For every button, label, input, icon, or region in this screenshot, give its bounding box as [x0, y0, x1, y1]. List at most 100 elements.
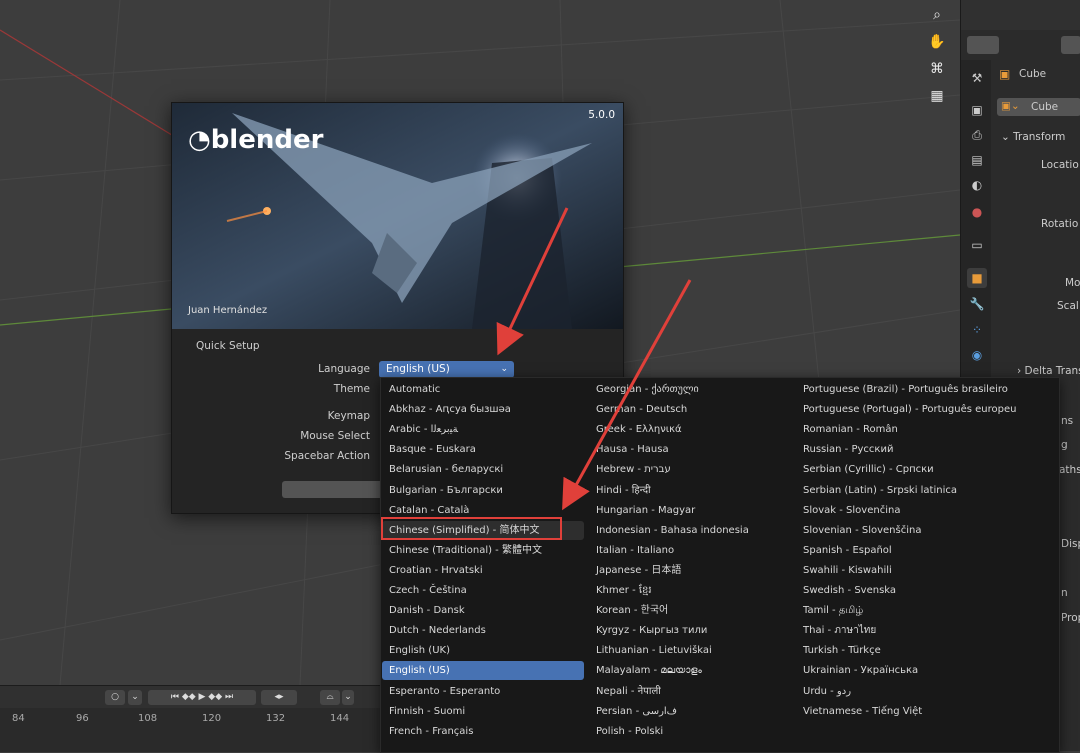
hand-icon[interactable]: ✋: [926, 31, 948, 53]
language-menu-item[interactable]: Urdu - ﺭﺩﻭ: [796, 682, 1056, 701]
editor-type-button[interactable]: [967, 36, 999, 54]
language-menu-item[interactable]: Swahili - Kiswahili: [796, 561, 1056, 580]
language-dropdown[interactable]: English (US) ⌄: [379, 361, 514, 378]
language-menu-item[interactable]: Automatic: [382, 380, 584, 399]
language-menu-item[interactable]: English (UK): [382, 641, 584, 660]
language-menu-item[interactable]: Russian - Русский: [796, 440, 1056, 459]
splash-image: ◔blender 5.0.0 Juan Hernández: [172, 103, 623, 329]
delta-transform-header[interactable]: › Delta Trans: [1017, 365, 1080, 377]
language-menu-item[interactable]: Dutch - Nederlands: [382, 621, 584, 640]
y-axis-line: [0, 29, 181, 141]
language-menu-item[interactable]: Romanian - Român: [796, 420, 1056, 439]
particles-icon[interactable]: ⁘: [967, 320, 987, 340]
language-label: Language: [318, 363, 370, 375]
frame-label: 132: [266, 713, 286, 724]
object-icon[interactable]: ■: [967, 268, 987, 288]
language-menu-item[interactable]: Finnish - Suomi: [382, 702, 584, 721]
language-menu-item[interactable]: Esperanto - Esperanto: [382, 682, 584, 701]
world-icon[interactable]: ●: [967, 202, 987, 222]
language-menu-item[interactable]: Croatian - Hrvatski: [382, 561, 584, 580]
language-dropdown-value: English (US): [386, 363, 450, 375]
mouse-select-label: Mouse Select: [300, 430, 370, 442]
keymap-label: Keymap: [327, 410, 370, 422]
language-menu-item[interactable]: Serbian (Cyrillic) - Српски: [796, 460, 1056, 479]
object-name: Cube: [1019, 68, 1047, 80]
zoom-icon[interactable]: ⌕: [926, 4, 948, 26]
chevron-down-icon: ⌄: [500, 364, 508, 374]
camera-icon[interactable]: ⌘: [926, 58, 948, 80]
search-field[interactable]: [1061, 36, 1080, 54]
language-menu-item[interactable]: Nepali - नेपाली: [589, 682, 789, 701]
collection-icon[interactable]: ▭: [967, 235, 987, 255]
language-menu-item[interactable]: Hungarian - Magyar: [589, 501, 789, 520]
language-menu-item[interactable]: Polish - Polski: [589, 722, 789, 741]
language-menu-item[interactable]: Hebrew - עברית: [589, 460, 789, 479]
language-menu-item[interactable]: Slovak - Slovenčina: [796, 501, 1056, 520]
scene-icon[interactable]: ◐: [967, 175, 987, 195]
partial-label-3: aths: [1059, 464, 1080, 476]
language-menu: Automatic Abkhaz - Аԥсуа бызшәа Arabic - ﺔ…: [380, 377, 1060, 753]
partial-label-2: g: [1061, 439, 1068, 451]
physics-icon[interactable]: ◉: [967, 345, 987, 365]
frame-label: 108: [138, 713, 158, 724]
version-label: 5.0.0: [588, 109, 615, 121]
language-menu-item[interactable]: Greek - Ελληνικά: [589, 420, 789, 439]
language-menu-item[interactable]: Georgian - ქართული: [589, 380, 789, 399]
grid-icon[interactable]: ▦: [926, 85, 948, 107]
language-menu-item[interactable]: Portuguese (Brazil) - Português brasilei…: [796, 380, 1056, 399]
language-menu-item[interactable]: Arabic - ﺔﻴﺑﺮﻌﻟﺍ: [382, 420, 584, 439]
language-menu-item[interactable]: Hindi - हिन्दी: [589, 481, 789, 500]
keying-dropdown[interactable]: ⌄: [128, 690, 142, 705]
blender-logo-icon: ◔: [188, 125, 211, 155]
language-menu-item[interactable]: German - Deutsch: [589, 400, 789, 419]
language-menu-item[interactable]: Swedish - Svenska: [796, 581, 1056, 600]
language-menu-item[interactable]: Hausa - Hausa: [589, 440, 789, 459]
language-menu-item[interactable]: Kyrgyz - Кыргыз тили: [589, 621, 789, 640]
transport-buttons[interactable]: ⏮ ◆◆ ▶ ◆◆ ⏭: [148, 690, 256, 705]
language-menu-item[interactable]: Indonesian - Bahasa indonesia: [589, 521, 789, 540]
language-menu-item[interactable]: Belarusian - беларускі: [382, 460, 584, 479]
language-menu-item[interactable]: Tamil - தமிழ்: [796, 601, 1056, 620]
snap-button[interactable]: ⌓: [320, 690, 340, 705]
transform-panel-header[interactable]: ⌄ Transform: [1001, 131, 1065, 143]
language-menu-item[interactable]: Portuguese (Portugal) - Português europe…: [796, 400, 1056, 419]
language-menu-item[interactable]: Slovenian - Slovenščina: [796, 521, 1056, 540]
language-menu-item[interactable]: Bulgarian - Български: [382, 481, 584, 500]
view-layer-icon[interactable]: ▤: [967, 150, 987, 170]
language-menu-item[interactable]: Vietnamese - Tiếng Việt: [796, 702, 1056, 721]
language-menu-item[interactable]: Abkhaz - Аԥсуа бызшәа: [382, 400, 584, 419]
language-menu-item[interactable]: Czech - Čeština: [382, 581, 584, 600]
language-menu-item[interactable]: Basque - Euskara: [382, 440, 584, 459]
language-menu-item[interactable]: Persian - ﻑﺍﺭﺳﯽ: [589, 702, 789, 721]
snap-dropdown[interactable]: ⌄: [342, 690, 354, 705]
object-type-icon: ▣: [999, 67, 1011, 81]
language-menu-item[interactable]: Turkish - Türkçe: [796, 641, 1056, 660]
location-label: Locatio: [1041, 159, 1079, 171]
render-icon[interactable]: ▣: [967, 100, 987, 120]
frame-label: 120: [202, 713, 222, 724]
output-icon[interactable]: ⎙: [967, 125, 987, 145]
language-menu-item[interactable]: Thai - ภาษาไทย: [796, 621, 1056, 640]
partial-label-6: Prop: [1061, 612, 1080, 624]
modifier-icon[interactable]: 🔧: [967, 294, 987, 314]
language-menu-item[interactable]: Chinese (Traditional) - 繁體中文: [382, 541, 584, 560]
language-menu-item[interactable]: Korean - 한국어: [589, 601, 789, 620]
language-menu-item[interactable]: Spanish - Español: [796, 541, 1056, 560]
language-menu-item[interactable]: Ukrainian - Українська: [796, 661, 1056, 680]
language-menu-item[interactable]: English (US): [382, 661, 584, 681]
language-menu-item[interactable]: Japanese - 日本語: [589, 561, 789, 580]
tool-icon[interactable]: ⚒: [967, 68, 987, 88]
language-menu-item[interactable]: French - Français: [382, 722, 584, 741]
record-button[interactable]: ○: [105, 690, 125, 705]
jump-buttons[interactable]: ◂▸: [261, 690, 297, 705]
language-menu-item[interactable]: Serbian (Latin) - Srpski latinica: [796, 481, 1056, 500]
language-menu-item[interactable]: Italian - Italiano: [589, 541, 789, 560]
language-menu-item[interactable]: Khmer - ខ្មែរ: [589, 581, 789, 600]
frame-label: 144: [330, 713, 350, 724]
language-menu-item[interactable]: Lithuanian - Lietuviškai: [589, 641, 789, 660]
language-menu-item[interactable]: Malayalam - മലയാളം: [589, 661, 789, 680]
frame-label: 84: [12, 713, 25, 724]
language-menu-item[interactable]: Danish - Dansk: [382, 601, 584, 620]
timeline[interactable]: ○ ⌄ ⏮ ◆◆ ▶ ◆◆ ⏭ ◂▸ ⌓ ⌄ 84 96 108 120 132…: [0, 685, 380, 752]
rotation-label: Rotatio: [1041, 218, 1079, 230]
